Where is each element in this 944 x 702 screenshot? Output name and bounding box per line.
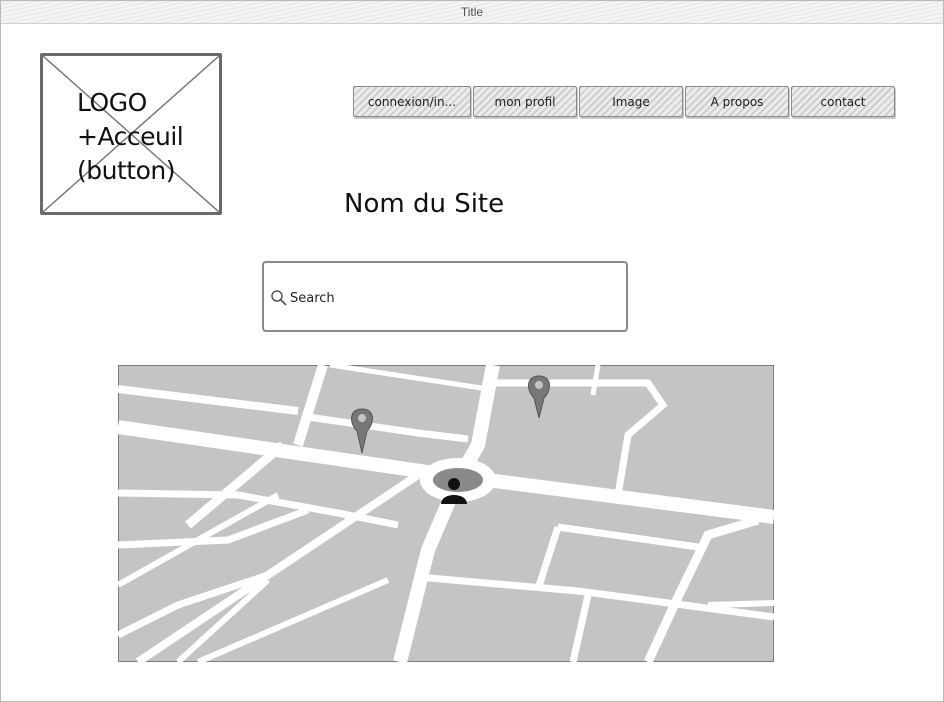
main-nav: connexion/in... mon profil Image A propo… <box>353 86 897 120</box>
search-box[interactable] <box>262 261 628 332</box>
search-icon <box>271 290 287 306</box>
app-window: Title LOGO +Acceuil (button) connexion/i… <box>0 0 944 702</box>
nav-profil-button[interactable]: mon profil <box>473 86 577 117</box>
nav-image-button[interactable]: Image <box>579 86 683 117</box>
logo-label: LOGO +Acceuil (button) <box>77 88 184 185</box>
window-title: Title <box>460 5 484 19</box>
nav-contact-button[interactable]: contact <box>791 86 895 117</box>
nav-apropos-button[interactable]: A propos <box>685 86 789 117</box>
map-view[interactable] <box>118 365 774 662</box>
site-title: Nom du Site <box>344 189 505 219</box>
title-bar: Title <box>1 1 943 24</box>
logo-home-button[interactable]: LOGO +Acceuil (button) <box>40 53 222 215</box>
nav-connexion-button[interactable]: connexion/in... <box>353 86 471 117</box>
search-input[interactable] <box>290 287 610 309</box>
